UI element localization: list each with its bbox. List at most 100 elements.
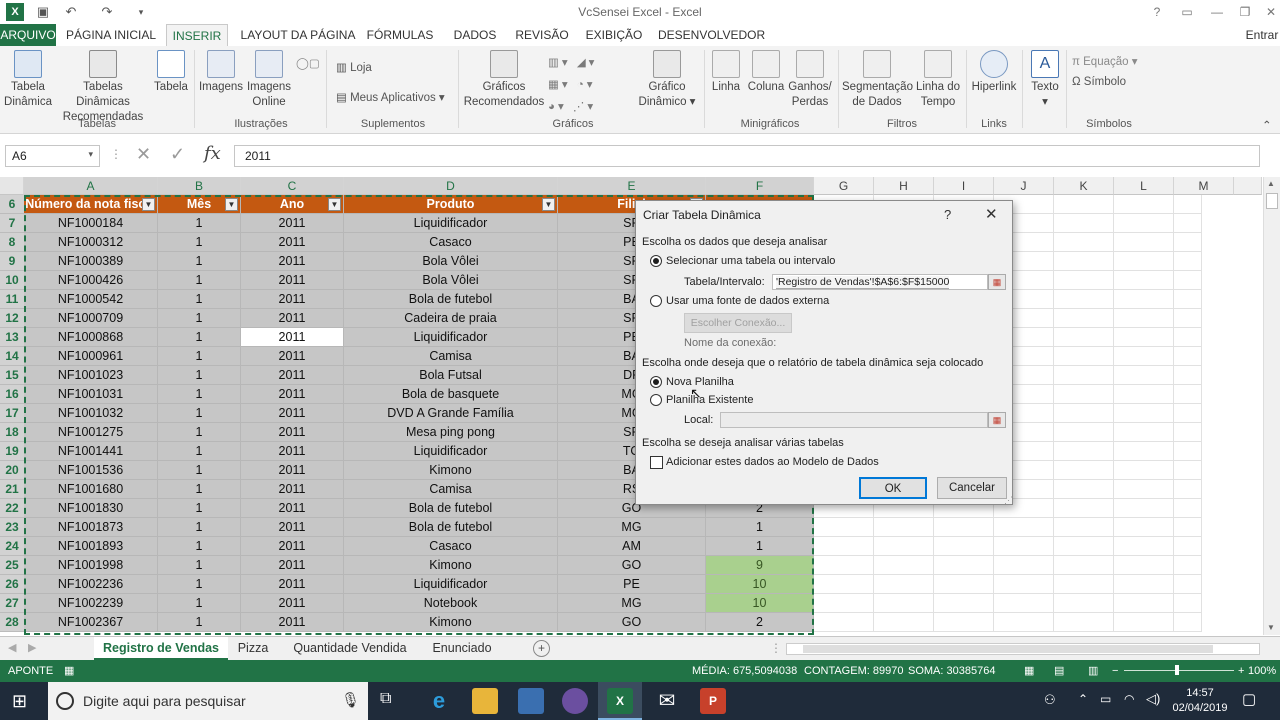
empty-cell[interactable]	[994, 556, 1054, 575]
cell-a[interactable]: NF1000961	[24, 347, 158, 366]
resize-grip-icon[interactable]: ⋰	[1004, 495, 1013, 506]
range-picker-icon[interactable]: ▦	[988, 274, 1006, 290]
add-sheet-icon[interactable]: +	[533, 640, 550, 657]
empty-cell[interactable]	[1114, 518, 1174, 537]
col-header-f[interactable]: F	[706, 177, 814, 195]
cell-d[interactable]: Liquidificador	[344, 328, 558, 347]
next-sheet-icon[interactable]: ▶	[28, 641, 36, 654]
col-header-e[interactable]: E	[558, 177, 706, 195]
empty-cell[interactable]	[1114, 271, 1174, 290]
cell-b[interactable]: 1	[158, 575, 241, 594]
empty-cell[interactable]	[1174, 480, 1202, 499]
radio-select-range[interactable]	[650, 255, 662, 267]
help-icon[interactable]: ?	[1142, 2, 1172, 22]
empty-cell[interactable]	[934, 518, 994, 537]
text-button[interactable]: A Texto ▾	[1026, 50, 1064, 110]
empty-cell[interactable]	[1114, 195, 1174, 214]
tab-layout[interactable]: LAYOUT DA PÁGINA	[236, 24, 360, 46]
dialog-help-button[interactable]: ?	[944, 207, 951, 222]
timeline-button[interactable]: Linha do Tempo	[914, 50, 962, 110]
cell-b[interactable]: 1	[158, 290, 241, 309]
tab-formulas[interactable]: FÓRMULAS	[366, 24, 434, 46]
tab-pagina-inicial[interactable]: PÁGINA INICIAL	[62, 24, 160, 46]
empty-cell[interactable]	[1174, 594, 1202, 613]
clock[interactable]: 14:57 02/04/2019	[1170, 686, 1230, 716]
cell-c[interactable]: 2011	[241, 385, 344, 404]
cell-f[interactable]: 9	[706, 556, 814, 575]
slicer-button[interactable]: Segmentação de Dados	[842, 50, 913, 110]
empty-cell[interactable]	[934, 594, 994, 613]
edge-icon[interactable]: e	[426, 688, 452, 714]
empty-cell[interactable]	[1174, 347, 1202, 366]
empty-cell[interactable]	[814, 556, 874, 575]
empty-cell[interactable]	[814, 575, 874, 594]
empty-cell[interactable]	[994, 594, 1054, 613]
cell-c[interactable]: 2011	[241, 252, 344, 271]
col-header-c[interactable]: C	[241, 177, 344, 195]
sparkline-line-button[interactable]: Linha	[708, 50, 744, 95]
normal-view-icon[interactable]: ▦	[1024, 660, 1034, 682]
empty-cell[interactable]	[1174, 366, 1202, 385]
row-header-6[interactable]: 6	[0, 195, 24, 214]
empty-cell[interactable]	[814, 518, 874, 537]
row-header[interactable]: 11	[0, 290, 24, 309]
close-window-button[interactable]: ✕	[1256, 2, 1280, 22]
cell-b[interactable]: 1	[158, 309, 241, 328]
cell-a[interactable]: NF1000868	[24, 328, 158, 347]
page-layout-icon[interactable]: ▤	[1054, 660, 1064, 682]
volume-icon[interactable]: ◁)	[1146, 691, 1160, 707]
empty-cell[interactable]	[1054, 575, 1114, 594]
tab-revisao[interactable]: REVISÃO	[512, 24, 572, 46]
macro-record-icon[interactable]: ▦	[64, 660, 74, 682]
col-header-g[interactable]: G	[814, 177, 874, 195]
wifi-icon[interactable]: ◠	[1124, 692, 1134, 706]
filter-dropdown-icon[interactable]: ▼	[328, 198, 341, 211]
customize-qat-icon[interactable]: ▾	[132, 3, 150, 21]
media-app-icon[interactable]	[562, 688, 588, 714]
empty-cell[interactable]	[1114, 480, 1174, 499]
empty-cell[interactable]	[1054, 233, 1114, 252]
cell-d[interactable]: Bola Vôlei	[344, 271, 558, 290]
empty-cell[interactable]	[994, 613, 1054, 632]
empty-cell[interactable]	[1054, 385, 1114, 404]
empty-cell[interactable]	[1114, 385, 1174, 404]
recommended-charts-button[interactable]: Gráficos Recomendados	[462, 50, 546, 110]
empty-cell[interactable]	[874, 575, 934, 594]
cell-b[interactable]: 1	[158, 271, 241, 290]
empty-cell[interactable]	[1174, 271, 1202, 290]
empty-cell[interactable]	[1054, 309, 1114, 328]
sheet-tab-enunciado[interactable]: Enunciado	[422, 637, 502, 660]
row-header[interactable]: 28	[0, 613, 24, 632]
empty-cell[interactable]	[1054, 271, 1114, 290]
ok-button[interactable]: OK	[859, 477, 927, 499]
cell-c[interactable]: 2011	[241, 480, 344, 499]
cell-d[interactable]: Bola Futsal	[344, 366, 558, 385]
radio-existing-sheet-label[interactable]: Planilha Existente	[666, 394, 753, 406]
cell-c[interactable]: 2011	[241, 404, 344, 423]
ribbon-display-icon[interactable]: ▭	[1172, 2, 1202, 22]
cell-b[interactable]: 1	[158, 442, 241, 461]
empty-cell[interactable]	[1174, 556, 1202, 575]
cell-c[interactable]: 2011	[241, 328, 344, 347]
sheet-tab-quantidade[interactable]: Quantidade Vendida	[280, 637, 420, 660]
filter-dropdown-icon[interactable]: ▼	[225, 198, 238, 211]
empty-cell[interactable]	[1114, 214, 1174, 233]
cell-d[interactable]: Kimono	[344, 613, 558, 632]
row-header[interactable]: 22	[0, 499, 24, 518]
cell-d[interactable]: Liquidificador	[344, 575, 558, 594]
empty-cell[interactable]	[1054, 442, 1114, 461]
local-input[interactable]	[720, 412, 988, 428]
symbol-button[interactable]: Ω Símbolo	[1072, 76, 1126, 88]
row-header[interactable]: 10	[0, 271, 24, 290]
empty-cell[interactable]	[1114, 423, 1174, 442]
cell-b[interactable]: 1	[158, 461, 241, 480]
row-header[interactable]: 14	[0, 347, 24, 366]
empty-cell[interactable]	[1174, 461, 1202, 480]
signin-link[interactable]: Entrar	[1244, 24, 1280, 46]
hscroll-thumb[interactable]	[803, 645, 1213, 653]
empty-cell[interactable]	[1054, 404, 1114, 423]
empty-cell[interactable]	[934, 613, 994, 632]
dialog-close-button[interactable]: ✕	[985, 205, 998, 223]
cell-a[interactable]: NF1001275	[24, 423, 158, 442]
cell-b[interactable]: 1	[158, 233, 241, 252]
